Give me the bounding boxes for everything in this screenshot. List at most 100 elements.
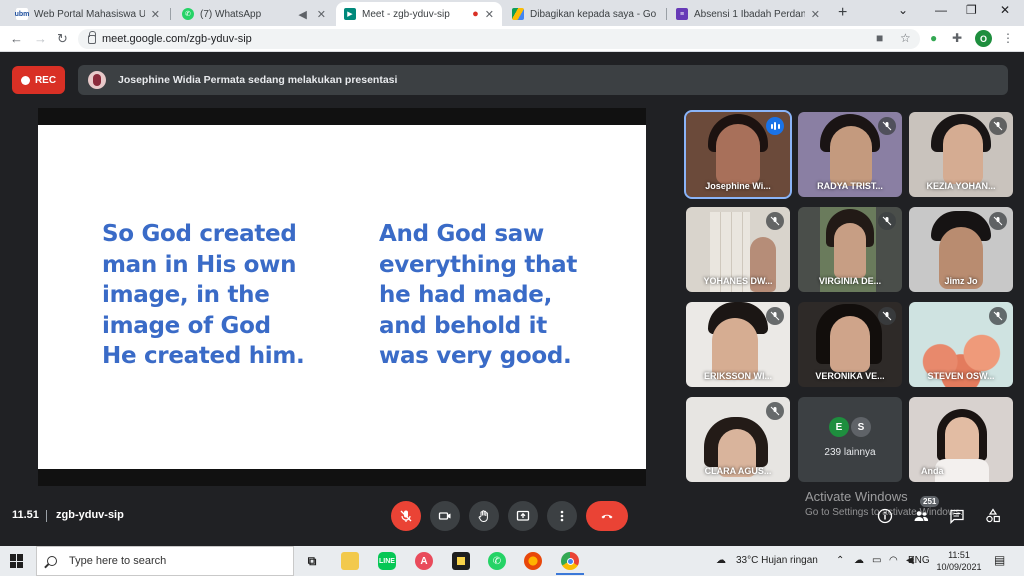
more-options-button[interactable] (547, 501, 577, 531)
participant-video (830, 316, 870, 372)
windows-start-icon[interactable] (10, 554, 24, 568)
close-icon[interactable]: ✕ (151, 8, 160, 21)
participant-name: KEZIA YOHAN... (926, 181, 996, 191)
close-icon[interactable]: ✕ (317, 8, 326, 21)
participant-tile[interactable]: Jimz Jo (909, 207, 1013, 292)
participant-tile[interactable]: STEVEN OSW... (909, 302, 1013, 387)
tab-drive[interactable]: Dibagikan kepada saya - Goo (504, 2, 664, 26)
whatsapp-icon: ✆ (182, 8, 194, 20)
forward-arrow-icon[interactable]: → (34, 31, 47, 46)
participant-tile[interactable]: CLARA AGUS... (686, 397, 790, 482)
participant-name: RADYA TRIST... (817, 181, 883, 191)
participant-tile[interactable]: KEZIA YOHAN... (909, 112, 1013, 197)
chat-icon (950, 509, 964, 524)
meet-icon: ▶ (344, 8, 356, 20)
mic-off-icon (878, 212, 896, 230)
tab-web-portal[interactable]: ubm Web Portal Mahasiswa UBM ✕ (8, 2, 168, 26)
slide-verse-right: And God saw everything that he had made,… (379, 219, 577, 372)
participant-tile[interactable]: YOHANES DW... (686, 207, 790, 292)
close-icon[interactable]: ✕ (811, 8, 820, 21)
notifications-icon[interactable]: ▤ (994, 553, 1005, 567)
participant-tile[interactable]: RADYA TRIST... (798, 112, 902, 197)
date-text: 10/09/2021 (936, 562, 982, 572)
slide-page: So God created man in His own image, in … (38, 125, 646, 469)
present-screen-button[interactable] (508, 501, 538, 531)
recording-badge[interactable]: REC (12, 66, 65, 94)
wifi-icon[interactable]: ◠ (889, 555, 898, 566)
mic-off-icon (766, 307, 784, 325)
show-hidden-icons-icon[interactable]: ⌃ (836, 555, 844, 566)
tab-whatsapp[interactable]: ✆ (7) WhatsApp ◀ ✕ (174, 2, 334, 26)
people-button[interactable] (912, 507, 930, 525)
participant-video (830, 126, 872, 186)
url-field[interactable]: meet.google.com/zgb-yduv-sip (78, 29, 920, 49)
activities-shapes-icon (986, 508, 1000, 523)
people-icon (914, 511, 929, 521)
back-arrow-icon[interactable]: ← (10, 31, 23, 46)
participant-tile[interactable]: ERIKSSON WI... (686, 302, 790, 387)
weather-text[interactable]: 33°C Hujan ringan (736, 555, 818, 566)
sticky-notes-icon[interactable] (452, 552, 470, 570)
activities-button[interactable] (984, 507, 1002, 525)
slide-verse-left: So God created man in His own image, in … (102, 219, 305, 372)
minimize-icon[interactable]: — (935, 3, 947, 17)
chat-button[interactable] (948, 507, 966, 525)
reload-icon[interactable]: ↻ (57, 31, 68, 47)
new-tab-icon[interactable]: + (838, 4, 847, 22)
onedrive-icon[interactable]: ☁ (854, 555, 864, 566)
bookmark-star-icon[interactable]: ☆ (900, 31, 911, 45)
camera-in-use-icon[interactable]: ■ (876, 31, 883, 45)
camera-toggle-button[interactable] (430, 501, 460, 531)
tab-search-icon[interactable]: ⌄ (898, 3, 908, 17)
menu-kebab-icon[interactable]: ⋮ (1002, 31, 1014, 45)
verse-line: image of God (102, 312, 271, 339)
more-participants-tile[interactable]: E S 239 lainnya (798, 397, 902, 482)
participant-video (716, 124, 760, 184)
battery-icon[interactable]: ▭ (872, 555, 881, 566)
ubm-favicon-icon: ubm (15, 8, 29, 20)
raise-hand-button[interactable] (469, 501, 499, 531)
extension-leaf-icon[interactable]: ● (930, 31, 937, 45)
mic-off-icon (766, 402, 784, 420)
mic-off-icon (400, 510, 412, 522)
chrome-icon[interactable] (561, 552, 579, 570)
restore-icon[interactable]: ❐ (966, 3, 977, 17)
meeting-info-button[interactable] (876, 507, 894, 525)
firefox-icon[interactable] (524, 552, 542, 570)
extensions-puzzle-icon[interactable]: ✚ (952, 31, 962, 45)
leave-call-button[interactable] (586, 501, 628, 531)
tab-label: Meet - zgb-yduv-sip (362, 8, 450, 20)
avatar-stack: E S (829, 417, 871, 437)
whatsapp-app-icon[interactable]: ✆ (488, 552, 506, 570)
lang-indicator[interactable]: ENG (908, 555, 930, 566)
mic-off-icon (878, 117, 896, 135)
divider (46, 510, 47, 522)
participant-name: ERIKSSON WI... (703, 371, 772, 381)
profile-avatar[interactable]: O (975, 30, 992, 47)
file-explorer-icon[interactable] (341, 552, 359, 570)
participant-name: Jimz Jo (944, 276, 978, 286)
verse-line: everything that (379, 251, 578, 278)
lock-icon (88, 30, 96, 44)
tab-forms[interactable]: ≡ Absensi 1 Ibadah Perdana JIC ✕ (668, 2, 828, 26)
close-window-icon[interactable]: ✕ (1000, 3, 1010, 17)
taskbar-clock[interactable]: 11:51 10/09/2021 (936, 549, 982, 573)
verse-line: man in His own (102, 251, 297, 278)
participant-tile-self[interactable]: Anda (909, 397, 1013, 482)
close-icon[interactable]: ✕ (485, 8, 494, 21)
mic-toggle-button[interactable] (391, 501, 421, 531)
tab-meet[interactable]: ▶ Meet - zgb-yduv-sip ● ✕ (336, 2, 502, 26)
task-view-icon[interactable]: ⧉ (303, 552, 321, 570)
participant-tile[interactable]: Josephine Wi... (684, 110, 792, 199)
weather-icon[interactable]: ☁ (716, 555, 726, 566)
more-vert-icon (560, 510, 564, 522)
participant-name: VIRGINIA DE... (818, 276, 882, 286)
verse-line: image, in the (102, 282, 270, 308)
participant-tile[interactable]: VIRGINIA DE... (798, 207, 902, 292)
line-app-icon[interactable]: LINE (378, 552, 396, 570)
taskbar-search-input[interactable]: Type here to search (36, 546, 294, 576)
time-text: 11:51 (948, 550, 970, 560)
acrobat-icon[interactable]: A (415, 552, 433, 570)
participant-tile[interactable]: VERONIKA VE... (798, 302, 902, 387)
speaker-icon[interactable]: ◀ (298, 8, 306, 21)
